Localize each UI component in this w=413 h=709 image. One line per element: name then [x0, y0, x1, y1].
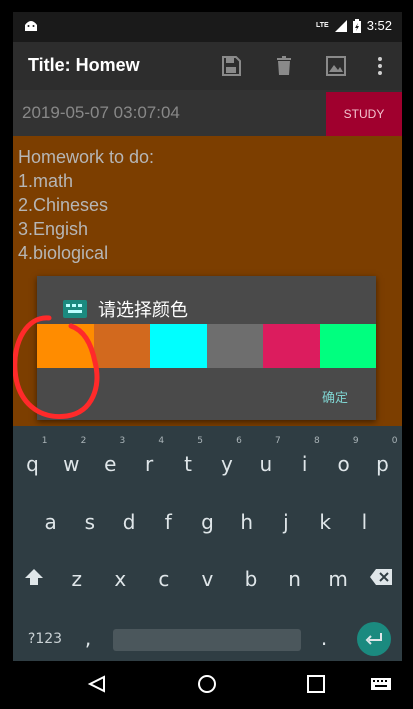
key-e[interactable]: 3e — [91, 436, 129, 476]
key-c[interactable]: c — [145, 567, 183, 592]
ok-button[interactable]: 确定 — [322, 387, 348, 406]
key-hint: 4 — [158, 436, 165, 446]
enter-icon — [365, 633, 382, 645]
key-s[interactable]: s — [71, 510, 109, 534]
color-swatch-spring-green[interactable] — [319, 324, 376, 368]
key-hint: 8 — [313, 436, 320, 446]
signal-icon — [334, 19, 347, 32]
keyboard-row-3: zxcvbnm — [13, 567, 402, 592]
date-text: 2019-05-07 03:07:04 — [22, 103, 180, 122]
key-label: w — [63, 452, 80, 476]
battery-icon — [352, 18, 361, 33]
key-hint: 3 — [119, 436, 126, 446]
status-right: LTE 3:52 — [316, 18, 392, 33]
keyboard-switch-icon[interactable] — [370, 673, 392, 695]
key-label: u — [259, 452, 273, 476]
screen: LTE 3:52 Title: Homew 2019-05-07 03:07:0… — [13, 12, 402, 661]
key-label: t — [184, 452, 192, 476]
key-d[interactable]: d — [110, 510, 148, 534]
key-m[interactable]: m — [319, 567, 357, 592]
red-circle-annotation — [13, 315, 100, 420]
key-y[interactable]: 6y — [208, 436, 246, 476]
key-l[interactable]: l — [345, 510, 383, 534]
clock: 3:52 — [366, 18, 392, 33]
key-hint: 7 — [275, 436, 281, 446]
key-hint: 1 — [41, 436, 48, 446]
key-label: p — [376, 452, 389, 476]
network-label: LTE — [315, 22, 329, 29]
keyboard-row-1: 1q2w3e4r5t6y7u8i9o0p — [13, 436, 402, 476]
key-o[interactable]: 9o — [325, 436, 363, 476]
key-i[interactable]: 8i — [286, 436, 324, 476]
key-hint: 0 — [391, 436, 398, 446]
image-icon[interactable] — [324, 54, 348, 78]
key-hint: 9 — [352, 436, 359, 446]
key-label: q — [26, 452, 39, 476]
enter-key[interactable] — [357, 622, 391, 656]
back-icon[interactable] — [86, 673, 108, 695]
key-w[interactable]: 2w — [52, 436, 90, 476]
key-label: y — [220, 452, 233, 476]
key-v[interactable]: v — [188, 567, 226, 592]
key-hint: 2 — [80, 436, 87, 446]
key-k[interactable]: k — [306, 510, 344, 534]
key-f[interactable]: f — [149, 510, 187, 534]
key-h[interactable]: h — [228, 510, 266, 534]
note-text: Homework to do: 1.math 2.Chineses 3.Engi… — [18, 147, 155, 263]
key-g[interactable]: g — [188, 510, 226, 534]
key-label: o — [337, 452, 350, 476]
keyboard-row-2: asdfghjkl — [13, 510, 402, 534]
color-swatch-crimson[interactable] — [263, 324, 320, 368]
key-r[interactable]: 4r — [130, 436, 168, 476]
color-swatch-cyan[interactable] — [150, 324, 207, 368]
key-label: r — [144, 452, 154, 476]
key-u[interactable]: 7u — [247, 436, 285, 476]
page-title: Title: Homew — [28, 55, 140, 75]
key-hint: 6 — [236, 436, 242, 446]
keyboard-row-3-letters: zxcvbnm — [55, 567, 360, 592]
key-hint: 5 — [197, 436, 203, 446]
comma-key[interactable]: , — [73, 626, 103, 650]
study-button[interactable]: STUDY — [326, 92, 402, 136]
key-t[interactable]: 5t — [169, 436, 207, 476]
home-icon[interactable] — [196, 673, 218, 695]
soft-keyboard: 1q2w3e4r5t6y7u8i9o0p asdfghjkl zxcvbnm ?… — [13, 426, 402, 661]
key-label: i — [301, 452, 308, 476]
key-n[interactable]: n — [276, 567, 314, 592]
more-vert-icon[interactable] — [368, 54, 392, 78]
period-key[interactable]: . — [309, 626, 339, 650]
key-label: e — [104, 452, 117, 476]
trash-icon[interactable] — [272, 54, 296, 78]
key-a[interactable]: a — [32, 510, 70, 534]
key-p[interactable]: 0p — [363, 436, 401, 476]
key-b[interactable]: b — [232, 567, 270, 592]
nav-bar — [13, 661, 402, 709]
shift-key[interactable] — [13, 567, 55, 592]
symbols-key[interactable]: ?123 — [25, 631, 65, 647]
backspace-key[interactable] — [360, 567, 402, 592]
color-swatch-gray[interactable] — [206, 324, 263, 368]
recents-icon[interactable] — [305, 673, 327, 695]
key-z[interactable]: z — [58, 567, 96, 592]
android-icon — [25, 21, 37, 31]
key-q[interactable]: 1q — [13, 436, 51, 476]
spacebar[interactable] — [113, 629, 301, 651]
key-x[interactable]: x — [101, 567, 139, 592]
dialog-title: 请选择颜色 — [98, 300, 188, 321]
date-row: 2019-05-07 03:07:04 STUDY — [13, 90, 402, 136]
key-j[interactable]: j — [267, 510, 305, 534]
app-bar: Title: Homew — [13, 42, 402, 90]
save-icon[interactable] — [219, 54, 243, 78]
status-bar: LTE 3:52 — [13, 12, 402, 42]
